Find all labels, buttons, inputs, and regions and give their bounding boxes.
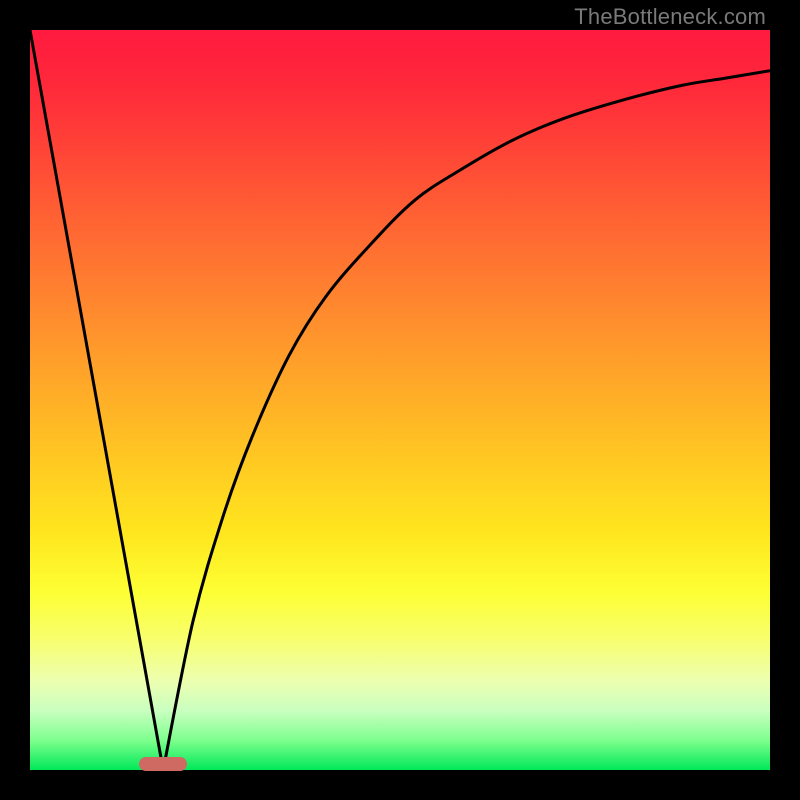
- left-line: [30, 30, 163, 770]
- chart-frame: TheBottleneck.com: [0, 0, 800, 800]
- plot-area: [30, 30, 770, 770]
- bottleneck-marker: [139, 757, 187, 771]
- watermark-text: TheBottleneck.com: [574, 4, 766, 30]
- right-curve: [163, 71, 770, 770]
- curve-layer: [30, 30, 770, 770]
